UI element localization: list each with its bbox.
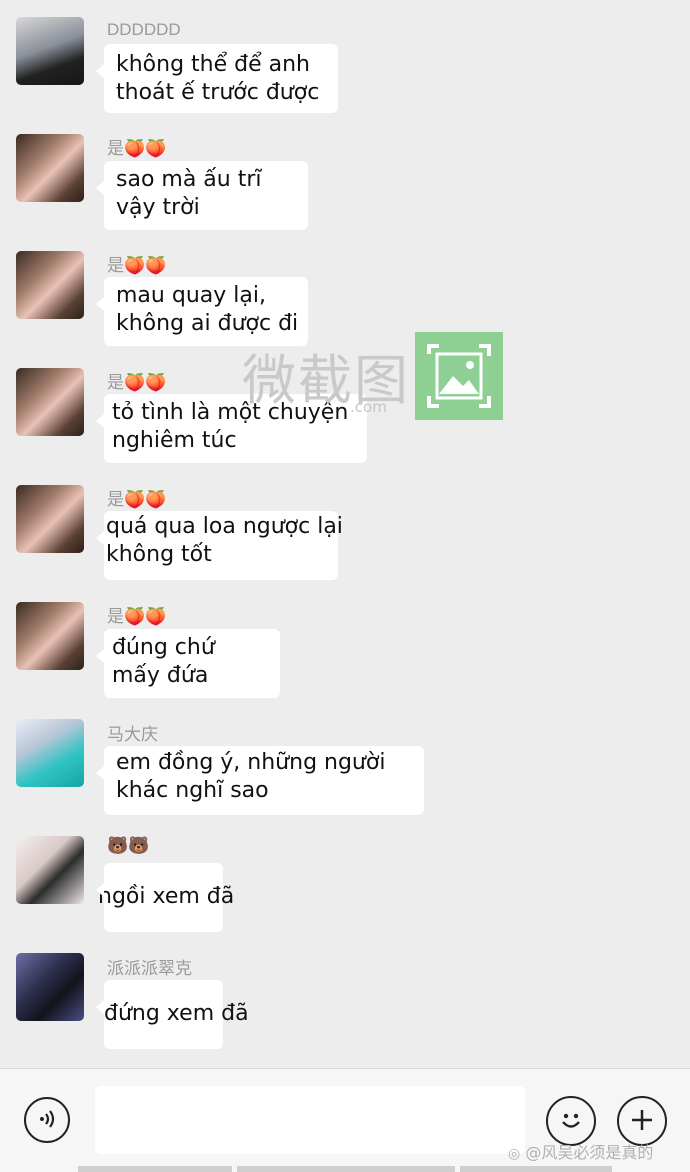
avatar[interactable]: [16, 251, 84, 319]
sender-name: 是🍑🍑: [107, 490, 167, 509]
message-text: không thể để anh: [116, 52, 311, 77]
message-text: không tốt: [106, 542, 212, 567]
message-bubble[interactable]: ngồi xem đã: [96, 863, 234, 932]
sender-name: 派派派翠克: [107, 959, 192, 978]
divider: [237, 1166, 455, 1172]
sender-name: 是🍑🍑: [107, 373, 167, 392]
message-bubble[interactable]: quá qua loa ngược lại không tốt: [96, 511, 343, 580]
credit-text: @风吴必须是真的: [525, 1143, 654, 1162]
avatar[interactable]: [16, 836, 84, 904]
avatar[interactable]: [16, 602, 84, 670]
message-text: vậy trời: [116, 195, 200, 220]
message-text: quá qua loa ngược lại: [106, 514, 343, 539]
avatar[interactable]: [16, 485, 84, 553]
sender-name: 是🍑🍑: [107, 256, 167, 275]
divider: [460, 1166, 612, 1172]
avatar[interactable]: [16, 719, 84, 787]
chat-area[interactable]: DDDDDD không thể để anh thoát ế trước đư…: [0, 0, 690, 1068]
sender-name: DDDDDD: [107, 20, 181, 39]
avatar[interactable]: [16, 953, 84, 1021]
smiley-icon: [556, 1105, 586, 1138]
message-bubble[interactable]: đúng chứ mấy đứa: [96, 629, 280, 698]
screenshot-app-icon: [415, 332, 503, 420]
watermark: 微截图 .com: [242, 332, 507, 422]
message-text: nghiêm túc: [112, 428, 237, 453]
watermark-domain: .com: [350, 398, 387, 416]
voice-icon: [35, 1107, 59, 1134]
message-text: đứng xem đã: [104, 1001, 249, 1026]
message-text: mau quay lại,: [116, 283, 266, 308]
message-text: ngồi xem đã: [98, 884, 235, 909]
weibo-icon: ◎: [508, 1146, 521, 1162]
message-bubble[interactable]: không thể để anh thoát ế trước được: [96, 44, 338, 113]
message-bubble[interactable]: đứng xem đã: [96, 980, 249, 1049]
avatar[interactable]: [16, 368, 84, 436]
avatar[interactable]: [16, 134, 84, 202]
message-text: sao mà ấu trĩ: [116, 167, 262, 192]
message-bubble[interactable]: em đồng ý, những người khác nghĩ sao: [96, 746, 424, 815]
divider: [78, 1166, 232, 1172]
message-bubble[interactable]: sao mà ấu trĩ vậy trời: [96, 161, 308, 230]
sender-name: 是🍑🍑: [107, 607, 167, 626]
sender-name: 🐻🐻: [107, 836, 150, 855]
sender-name: 马大庆: [107, 725, 158, 744]
message-text: mấy đứa: [112, 663, 209, 688]
weibo-credit: ◎ @风吴必须是真的: [508, 1139, 653, 1163]
message-input[interactable]: [95, 1086, 525, 1154]
message-text: thoát ế trước được: [116, 80, 320, 105]
message-text: đúng chứ: [112, 635, 215, 660]
plus-icon: [629, 1107, 655, 1136]
voice-input-button[interactable]: [24, 1097, 70, 1143]
avatar[interactable]: [16, 17, 84, 85]
message-text: khác nghĩ sao: [116, 778, 269, 803]
message-text: em đồng ý, những người: [116, 750, 386, 775]
sender-name: 是🍑🍑: [107, 139, 167, 158]
